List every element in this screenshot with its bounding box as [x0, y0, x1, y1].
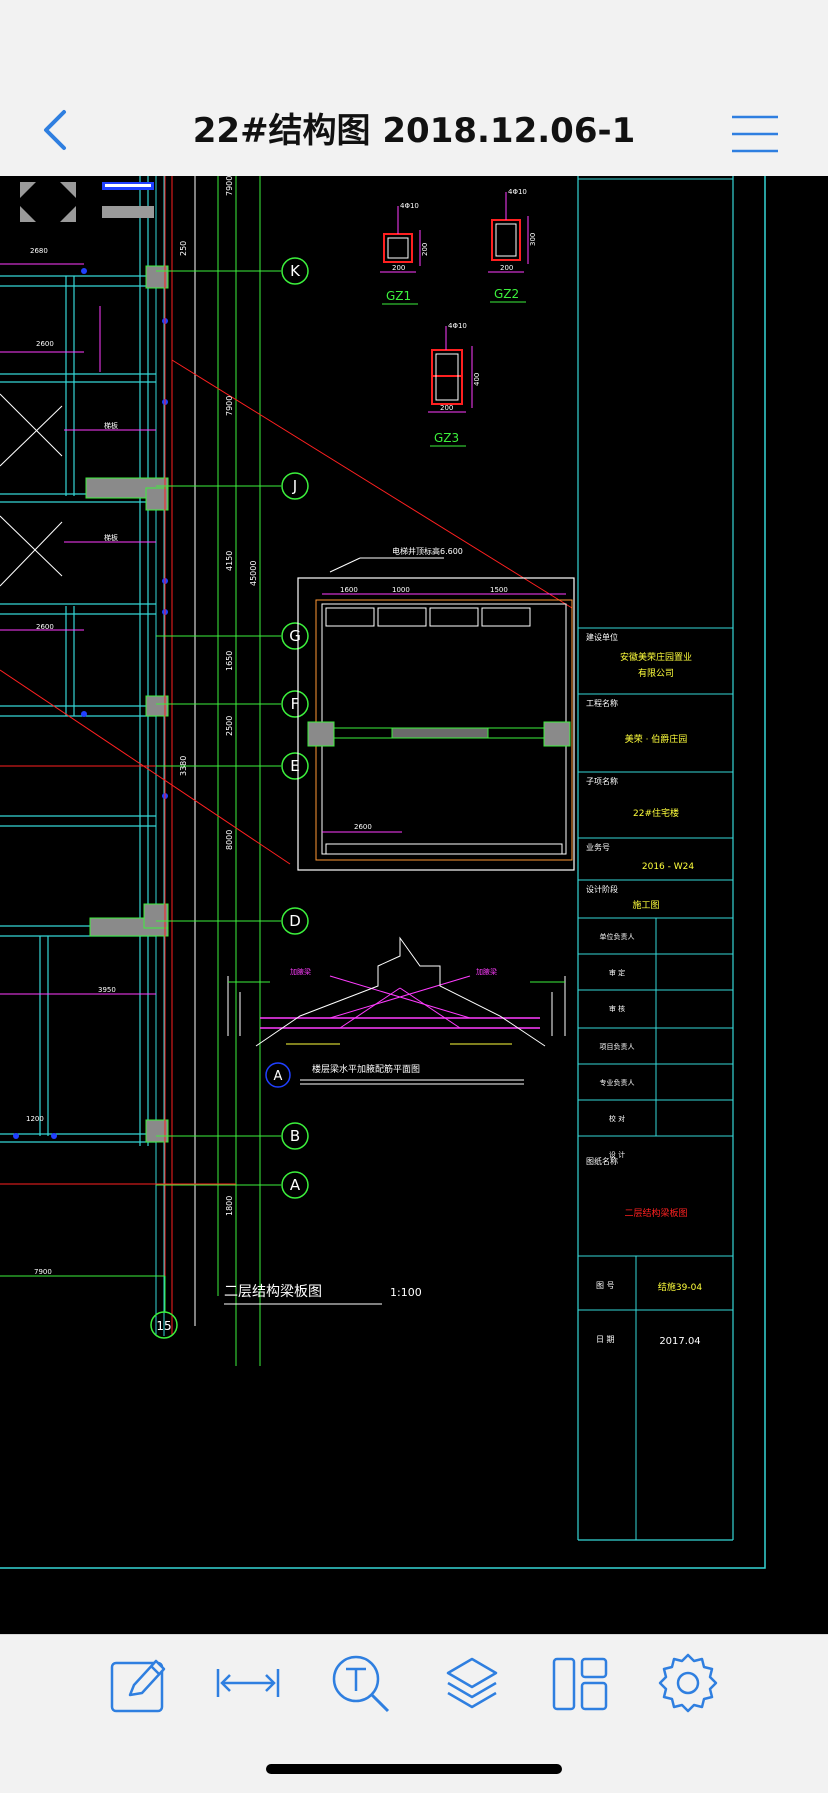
detail-dim: 1500 — [490, 586, 508, 594]
plan-scale: 1:100 — [390, 1286, 422, 1299]
elevator-shaft-detail: 电梯井顶标高6.600 1600 1000 1500 2600 — [297, 546, 575, 871]
hamburger-menu-icon[interactable] — [730, 114, 780, 154]
layout-icon[interactable] — [548, 1651, 612, 1715]
role-label: 设 计 — [609, 1150, 625, 1159]
axis-label-a: A — [290, 1176, 301, 1194]
gz1-label: GZ1 — [386, 289, 411, 303]
builder-value: 安徽美荣庄园置业 — [620, 651, 692, 663]
vert-dim: 8000 — [225, 830, 234, 850]
gz1-height: 200 — [421, 243, 429, 256]
job-label: 业务号 — [586, 842, 610, 852]
dim-label: 1200 — [26, 1115, 44, 1123]
role-label: 审 定 — [609, 968, 625, 977]
vert-dim: 2500 — [225, 716, 234, 736]
number-label: 图 号 — [596, 1281, 615, 1290]
gz3-label: GZ3 — [434, 431, 459, 445]
date-label: 日 期 — [596, 1335, 615, 1344]
dim-label: 2680 — [30, 247, 48, 255]
axis-label-15: 15 — [156, 1319, 171, 1333]
role-label: 项目负责人 — [600, 1042, 635, 1051]
stair-label: 梯板 — [104, 421, 118, 430]
stage-value: 施工图 — [632, 899, 659, 911]
gz2-height: 300 — [529, 233, 537, 246]
navigation-bar: 22#结构图 2018.12.06-1 — [0, 0, 828, 177]
vert-dim: 3380 — [179, 756, 188, 776]
role-label: 单位负责人 — [600, 932, 635, 941]
vert-dim: 7900 — [225, 176, 234, 196]
section-note: 加腋梁 — [290, 967, 311, 976]
gz1-width: 200 — [392, 264, 405, 272]
gz2-label: GZ2 — [494, 287, 519, 301]
outer-frame — [0, 176, 766, 1569]
subitem-value: 22#住宅楼 — [633, 807, 679, 819]
builder-label: 建设单位 — [586, 632, 618, 642]
role-label: 校 对 — [609, 1114, 625, 1123]
dim-label: 7900 — [34, 1268, 52, 1276]
plan-title: 二层结构梁板图 — [224, 1284, 322, 1300]
axis-label-k: K — [290, 262, 301, 280]
project-value: 美荣 · 伯爵庄园 — [625, 733, 688, 745]
role-label: 专业负责人 — [600, 1078, 635, 1087]
home-indicator — [266, 1764, 562, 1774]
title-block: 建设单位 工程名称 子项名称 业务号 设计阶段 图纸名称 图 号 日 期 单位负… — [578, 627, 733, 1540]
cad-drawing-canvas[interactable]: K J G F E D B A 15 2680 2600 2600 3950 1… — [0, 176, 828, 1634]
vert-dim: 1800 — [225, 1196, 234, 1216]
detail-dim: 2600 — [354, 823, 372, 831]
detail-dim: 1000 — [392, 586, 410, 594]
back-chevron-icon[interactable] — [36, 108, 76, 152]
section-detail-a: 加腋梁 加腋梁 A 楼层梁水平加腋配筋平面图 — [227, 936, 566, 1088]
section-label: A — [274, 1069, 283, 1084]
axis-label-j: J — [292, 477, 297, 495]
gz3-height: 400 — [473, 373, 481, 386]
vert-dim: 7900 — [225, 396, 234, 416]
section-note: 加腋梁 — [476, 967, 497, 976]
vert-dim: 1650 — [225, 651, 234, 671]
grid-axis-bubbles: K J G F E D B A 15 — [150, 257, 309, 1339]
gz1-rebar: 4Φ10 — [400, 202, 419, 210]
job-value: 2016 - W24 — [642, 862, 694, 872]
axis-label-b: B — [290, 1127, 300, 1145]
page-title: 22#结构图 2018.12.06-1 — [192, 111, 636, 151]
settings-icon[interactable] — [656, 1651, 720, 1715]
cad-drawing: K J G F E D B A 15 2680 2600 2600 3950 1… — [0, 176, 766, 1569]
stair-label: 梯板 — [104, 533, 118, 542]
vert-dim: 45000 — [249, 561, 258, 586]
gz2-width: 200 — [500, 264, 513, 272]
axis-label-g: G — [289, 627, 301, 645]
bottom-toolbar — [0, 1634, 828, 1793]
zoom-pan-widget[interactable] — [0, 176, 154, 234]
column-details: 200 200 200 300 200 400 4Φ10 4Φ10 4Φ10 G… — [380, 188, 537, 447]
vert-dim: 4150 — [225, 551, 234, 571]
gz3-width: 200 — [440, 404, 453, 412]
gz3-rebar: 4Φ10 — [448, 322, 467, 330]
text-search-icon[interactable] — [330, 1651, 394, 1715]
dim-label: 2600 — [36, 340, 54, 348]
section-title: 楼层梁水平加腋配筋平面图 — [312, 1063, 420, 1075]
number-value: 结施39-04 — [658, 1281, 702, 1293]
vert-dim: 250 — [179, 241, 188, 256]
date-value: 2017.04 — [659, 1336, 700, 1347]
edit-icon[interactable] — [106, 1651, 170, 1715]
dim-label: 2600 — [36, 623, 54, 631]
elevator-detail-title: 电梯井顶标高6.600 — [392, 546, 463, 556]
subitem-label: 子项名称 — [586, 776, 618, 786]
project-label: 工程名称 — [586, 698, 618, 708]
layers-icon[interactable] — [440, 1651, 504, 1715]
builder-value: 有限公司 — [638, 667, 674, 679]
detail-dim: 1600 — [340, 586, 358, 594]
measure-icon[interactable] — [216, 1651, 280, 1715]
stage-label: 设计阶段 — [586, 884, 618, 894]
axis-label-d: D — [289, 912, 301, 930]
dim-label: 3950 — [98, 986, 116, 994]
gz2-rebar: 4Φ10 — [508, 188, 527, 196]
role-label: 审 核 — [609, 1004, 625, 1013]
sheet-value: 二层结构梁板图 — [624, 1207, 687, 1219]
